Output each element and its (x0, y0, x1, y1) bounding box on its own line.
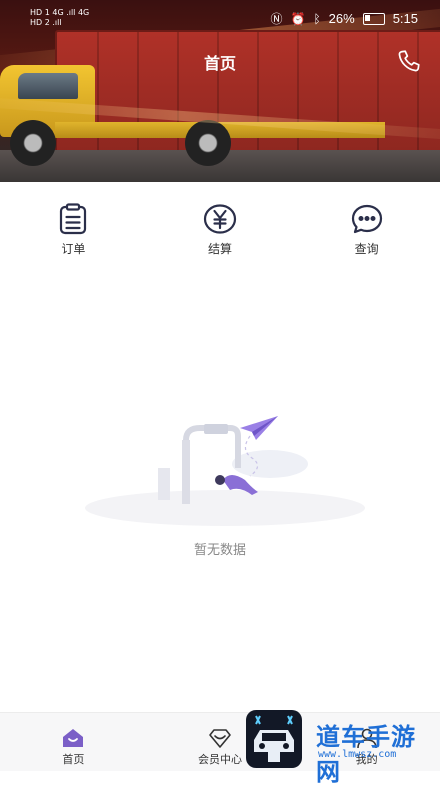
watermark-logo (246, 710, 302, 768)
action-settlement[interactable]: 结算 (147, 182, 294, 260)
alarm-icon: ⏰ (290, 11, 306, 26)
yen-icon (203, 204, 237, 234)
clock: 5:15 (392, 11, 418, 26)
page-title: 首页 (203, 54, 236, 73)
empty-illustration (85, 416, 365, 526)
chat-bubble-icon (351, 204, 382, 234)
truck-wheel (10, 120, 56, 166)
home-icon (63, 729, 84, 747)
action-query[interactable]: 查询 (293, 182, 440, 260)
signal-line-2: HD 2 .ıll (30, 18, 62, 27)
bluetooth-icon: ᛒ (313, 11, 321, 26)
watermark-url: www.lmwsz.com (318, 749, 397, 760)
status-right: Ⓝ ⏰ ᛒ 26% 5:15 (270, 10, 418, 27)
nfc-icon: Ⓝ (270, 12, 283, 26)
truck-wheel (185, 120, 231, 166)
action-settlement-label: 结算 (208, 242, 233, 256)
nav-home[interactable]: 首页 (0, 713, 147, 771)
battery-percent: 26% (328, 11, 355, 26)
diamond-icon (209, 729, 231, 748)
clipboard-icon (60, 203, 87, 235)
empty-message: 暂无数据 (193, 543, 246, 558)
action-orders[interactable]: 订单 (0, 182, 147, 260)
nav-member-center-label: 会员中心 (198, 753, 242, 766)
empty-state: 暂无数据 (0, 400, 440, 570)
phone-icon[interactable] (396, 48, 422, 74)
action-query-label: 查询 (354, 242, 379, 256)
signal-indicators: HD 1 4G .ıll 4G HD 2 .ıll (30, 8, 89, 28)
action-orders-label: 订单 (61, 242, 86, 256)
signal-line-1: HD 1 4G .ıll 4G (30, 8, 90, 17)
status-bar: HD 1 4G .ıll 4G HD 2 .ıll Ⓝ ⏰ ᛒ 26% 5:15 (0, 0, 440, 38)
header-banner: HD 1 4G .ıll 4G HD 2 .ıll Ⓝ ⏰ ᛒ 26% 5:15… (0, 0, 440, 182)
battery-icon (362, 12, 385, 25)
nav-home-label: 首页 (62, 753, 85, 766)
quick-actions: 订单 结算 查询 (0, 182, 440, 260)
